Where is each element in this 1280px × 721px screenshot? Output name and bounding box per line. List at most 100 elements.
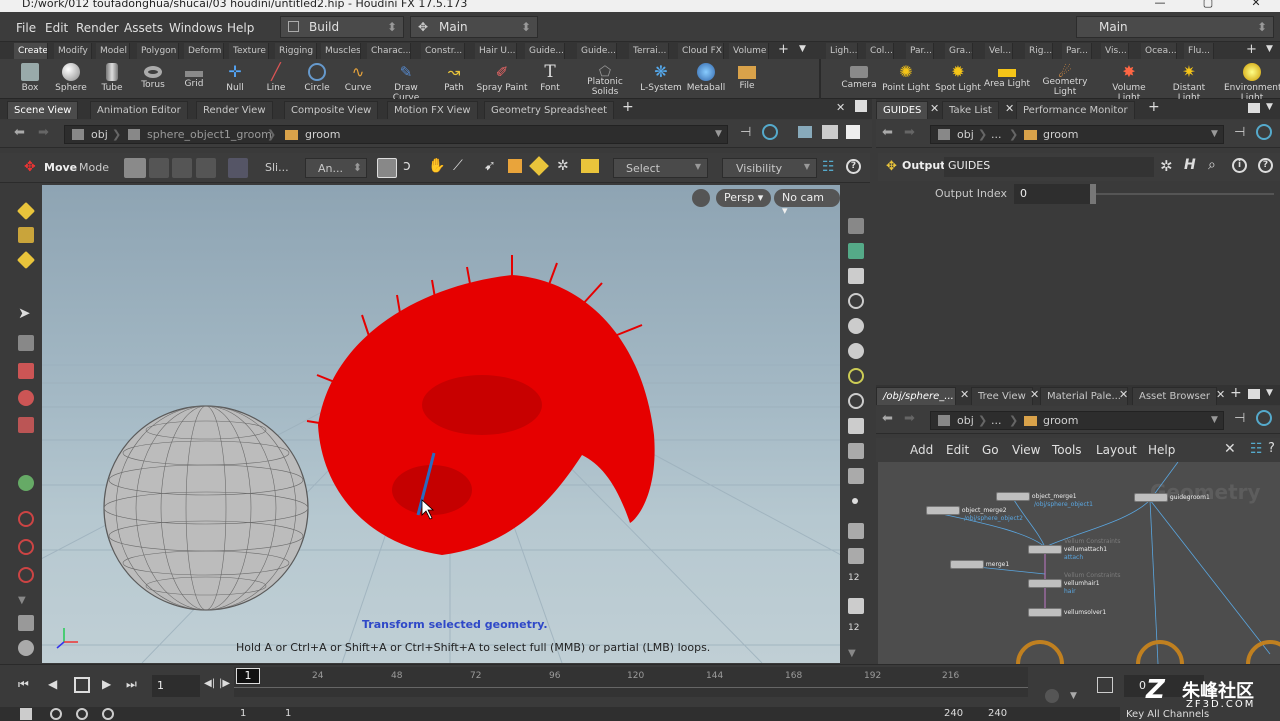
step-back-icon[interactable]: ◀|	[204, 678, 215, 689]
shelf-tab-rigging[interactable]: Rigging	[275, 43, 317, 59]
node-name-field[interactable]: GUIDES	[944, 157, 1154, 177]
shelf-tab-ocean[interactable]: Ocea...	[1141, 43, 1177, 59]
tool-platonic-solids[interactable]: ⬠ Platonic Solids	[579, 61, 631, 97]
end-frame-2[interactable]: 240	[988, 708, 1007, 719]
tab-geometry-spreadsheet[interactable]: Geometry Spreadsheet	[484, 101, 615, 119]
forward-arrow-icon[interactable]: ➡	[904, 411, 915, 426]
node-vellumhair1[interactable]: Vellum Constraints vellumhair1 hair	[1028, 572, 1120, 595]
shading-icon[interactable]	[848, 318, 864, 334]
tab-material-palette[interactable]: Material Pale...	[1040, 387, 1128, 405]
shelf-menu-icon[interactable]: ▼	[799, 44, 806, 54]
forward-arrow-icon[interactable]: ➡	[904, 125, 915, 140]
lasso-select-icon[interactable]: ↄ	[403, 158, 411, 174]
tab-render-view[interactable]: Render View	[196, 101, 273, 119]
snap-icon[interactable]	[228, 158, 248, 178]
box-select-icon[interactable]	[377, 158, 397, 178]
tool-file[interactable]: File	[721, 61, 773, 91]
prim-icon[interactable]	[848, 548, 864, 564]
close-tab-icon[interactable]: ✕	[1119, 388, 1128, 401]
path-node[interactable]: groom	[1043, 126, 1078, 143]
paint-icon[interactable]	[848, 598, 864, 614]
lock-camera-icon[interactable]	[692, 189, 710, 207]
tool-distant-light[interactable]: ✷ Distant Light	[1163, 61, 1215, 104]
path-node[interactable]: groom	[305, 126, 340, 143]
info-icon[interactable]: i	[1232, 158, 1247, 173]
shelf-tab-guide-brushes[interactable]: Guide...	[577, 43, 617, 59]
timeline-scrubber[interactable]: 1 24 48 72 96 120 144 168 192 216	[234, 667, 1028, 697]
view-tool-icon[interactable]	[18, 390, 34, 406]
shelf-tab-guide-process[interactable]: Guide...	[525, 43, 565, 59]
shelf-tab-muscles[interactable]: Muscles	[321, 43, 361, 59]
ghost-icon[interactable]	[848, 243, 864, 259]
back-arrow-icon[interactable]: ⬅	[14, 125, 25, 140]
maximize-icon[interactable]: ▢	[1188, 0, 1228, 8]
hair-groom-object[interactable]	[306, 255, 655, 555]
tool-camera[interactable]: Camera	[833, 61, 885, 90]
net-menu-tools[interactable]: Tools	[1052, 443, 1082, 457]
network-icon[interactable]	[798, 126, 812, 138]
play-reverse-icon[interactable]: ◀	[48, 677, 57, 691]
tool-curve[interactable]: ∿ Curve	[332, 61, 384, 93]
display-options-icon[interactable]	[822, 125, 838, 139]
edit-icon[interactable]	[18, 615, 34, 631]
shelf-tab-deform[interactable]: Deform	[184, 43, 224, 59]
shelf-tab-particle-fluids[interactable]: Par...	[1062, 43, 1092, 59]
tool-geometry-light[interactable]: ☄ Geometry Light	[1039, 61, 1091, 97]
close-tab-icon[interactable]: ✕	[960, 388, 969, 401]
select-objects-icon[interactable]	[124, 158, 146, 178]
vector-icon[interactable]	[848, 443, 864, 459]
right-context-select[interactable]: Main ⬍	[1076, 16, 1274, 38]
shelf-tab-polygon[interactable]: Polygon	[137, 43, 179, 59]
camera-menu[interactable]: No cam ▾	[774, 189, 840, 217]
magnet-icon[interactable]	[18, 567, 34, 583]
magnet-icon[interactable]	[18, 511, 34, 527]
tool-point-light[interactable]: ✺ Point Light	[880, 61, 932, 94]
pin-icon[interactable]: ⊣	[1234, 125, 1245, 140]
net-menu-layout[interactable]: Layout	[1096, 443, 1137, 457]
shelf-tab-modify[interactable]: Modify	[54, 43, 92, 59]
list-options-icon[interactable]: ☷	[1250, 441, 1263, 457]
close-tab-icon[interactable]: ✕	[1216, 388, 1225, 401]
close-icon[interactable]: ✕	[1236, 0, 1276, 8]
menu-render[interactable]: Render	[76, 21, 119, 35]
shelf-tab-texture[interactable]: Texture	[229, 43, 269, 59]
path-ellipsis[interactable]: ...	[991, 412, 1002, 429]
link-icon[interactable]	[762, 124, 778, 140]
shelf-tab-hair-utils[interactable]: Hair U...	[475, 43, 517, 59]
transform-handle-icon[interactable]	[18, 227, 34, 243]
search-icon[interactable]: ⌕	[1208, 157, 1216, 173]
close-tab-icon[interactable]: ✕	[1005, 102, 1014, 115]
current-frame-field[interactable]: 1	[152, 675, 200, 697]
chevron-down-icon[interactable]: ▼	[18, 595, 34, 611]
tab-take-list[interactable]: Take List	[942, 101, 999, 119]
select-dropdown[interactable]: Select ▼	[613, 158, 708, 178]
shelf-tab-vellum[interactable]: Vel...	[985, 43, 1013, 59]
stop-icon[interactable]	[74, 677, 90, 693]
shelf-tab-constraints[interactable]: Constr...	[421, 43, 465, 59]
network-editor[interactable]: Geometry object_merge1/obj/sphere_object…	[878, 462, 1280, 664]
add-tab-icon[interactable]: +	[1148, 99, 1160, 115]
network-breadcrumb[interactable]: obj ❯ ... ❯ groom ▼	[930, 411, 1224, 430]
pane-menu-icon[interactable]: ▼	[1266, 388, 1273, 398]
help-icon[interactable]: ?	[1268, 441, 1275, 456]
handle-icon[interactable]	[16, 201, 36, 221]
close-tab-icon[interactable]: ✕	[1030, 388, 1039, 401]
pose-icon[interactable]	[16, 250, 36, 270]
start-frame-2[interactable]: 1	[285, 708, 291, 719]
tab-motion-fx-view[interactable]: Motion FX View	[387, 101, 478, 119]
group-icon[interactable]	[508, 159, 522, 173]
secure-select-icon[interactable]	[581, 159, 599, 173]
audio-icon[interactable]	[1097, 677, 1113, 693]
chevron-down-icon[interactable]: ▼	[1211, 412, 1218, 429]
output-index-slider[interactable]	[1096, 193, 1274, 195]
node-vellumsolver1[interactable]: vellumsolver1	[1028, 608, 1106, 617]
tools-icon[interactable]: ✕	[1224, 441, 1236, 457]
path-obj[interactable]: obj	[957, 126, 974, 143]
path-obj[interactable]: obj	[957, 412, 974, 429]
viewport-canvas[interactable]	[42, 185, 840, 663]
light-icon[interactable]	[848, 343, 864, 359]
chevron-down-icon[interactable]: ▼	[715, 126, 722, 143]
shelf-tab-rigid[interactable]: Rig...	[1025, 43, 1053, 59]
render-region-icon[interactable]	[18, 363, 34, 379]
back-arrow-icon[interactable]: ⬅	[882, 411, 893, 426]
